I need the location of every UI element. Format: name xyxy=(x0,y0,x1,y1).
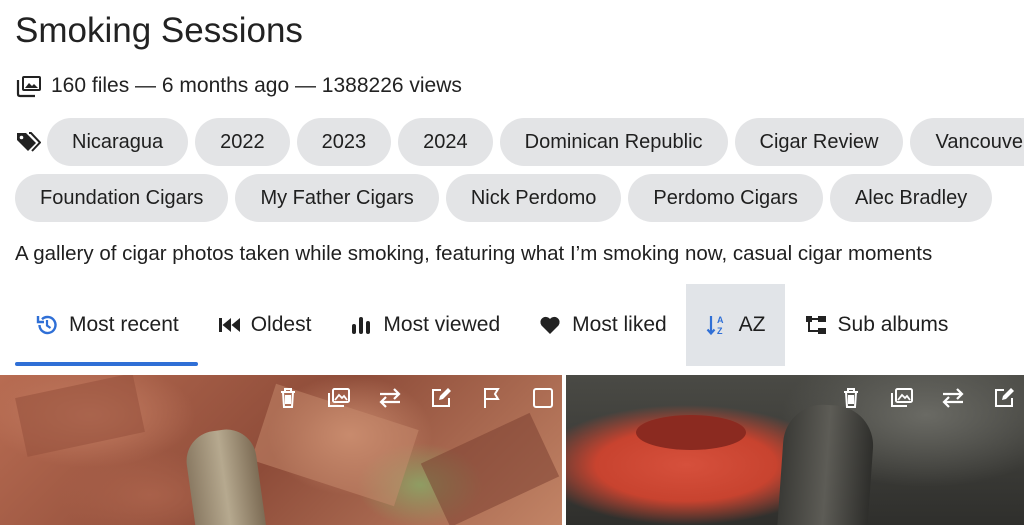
tag-2022[interactable]: 2022 xyxy=(195,118,290,166)
tab-most-liked[interactable]: Most liked xyxy=(519,284,686,366)
tree-icon xyxy=(804,313,828,337)
delete-icon[interactable] xyxy=(838,385,864,411)
tab-most-viewed-label: Most viewed xyxy=(383,313,501,336)
set-cover-icon[interactable] xyxy=(889,385,915,411)
fast-rewind-icon xyxy=(217,313,241,337)
tab-sub-albums[interactable]: Sub albums xyxy=(785,284,968,366)
tag-2024[interactable]: 2024 xyxy=(398,118,493,166)
move-icon[interactable] xyxy=(940,385,966,411)
album-title: Smoking Sessions xyxy=(15,11,303,50)
flag-icon[interactable] xyxy=(479,385,505,411)
history-icon xyxy=(35,313,59,337)
photo-library-icon xyxy=(15,74,43,98)
tag-2023[interactable]: 2023 xyxy=(296,118,392,166)
tag-vancouver[interactable]: Vancouver xyxy=(910,118,1024,166)
album-description: A gallery of cigar photos taken while sm… xyxy=(15,242,933,265)
bar-chart-icon xyxy=(349,313,373,337)
delete-icon[interactable] xyxy=(275,385,301,411)
edit-icon[interactable] xyxy=(991,385,1017,411)
tag-nick-perdomo[interactable]: Nick Perdomo xyxy=(445,174,622,222)
select-checkbox[interactable] xyxy=(530,385,556,411)
tab-az[interactable]: A Z AZ xyxy=(685,284,785,366)
sort-az-icon: A Z xyxy=(705,313,729,337)
heart-icon xyxy=(538,313,562,337)
cigar-image xyxy=(182,425,268,525)
tab-sub-albums-label: Sub albums xyxy=(837,313,949,336)
sort-tabs: Most recent Oldest Most viewed Most like… xyxy=(15,284,967,366)
tab-most-recent[interactable]: Most recent xyxy=(15,284,198,366)
tab-az-label: AZ xyxy=(738,313,766,336)
photo-thumbnail[interactable] xyxy=(566,375,1024,525)
tag-dominican-republic[interactable]: Dominican Republic xyxy=(499,118,728,166)
tab-oldest[interactable]: Oldest xyxy=(198,284,331,366)
cigar-image xyxy=(776,402,876,525)
svg-text:A: A xyxy=(717,315,724,325)
photo-grid xyxy=(0,375,1024,525)
album-meta-text: 160 files — 6 months ago — 1388226 views xyxy=(51,74,462,97)
photo-thumbnail[interactable] xyxy=(0,375,562,525)
tab-most-viewed[interactable]: Most viewed xyxy=(330,284,519,366)
set-cover-icon[interactable] xyxy=(326,385,352,411)
tag-nicaragua[interactable]: Nicaragua xyxy=(47,118,189,166)
move-icon[interactable] xyxy=(377,385,403,411)
tags-icon xyxy=(15,130,42,154)
tab-oldest-label: Oldest xyxy=(250,313,312,336)
photo-actions xyxy=(838,385,1017,411)
tag-my-father-cigars[interactable]: My Father Cigars xyxy=(235,174,439,222)
album-meta: 160 files — 6 months ago — 1388226 views xyxy=(15,72,462,100)
tag-perdomo-cigars[interactable]: Perdomo Cigars xyxy=(628,174,823,222)
tab-most-liked-label: Most liked xyxy=(572,313,667,336)
svg-text:Z: Z xyxy=(717,326,723,336)
tag-row-1: Nicaragua 2022 2023 2024 Dominican Repub… xyxy=(15,118,1024,166)
tab-most-recent-label: Most recent xyxy=(69,313,179,336)
edit-icon[interactable] xyxy=(428,385,454,411)
photo-actions xyxy=(275,385,562,411)
tag-row-2: Foundation Cigars My Father Cigars Nick … xyxy=(15,174,999,222)
tag-foundation-cigars[interactable]: Foundation Cigars xyxy=(15,174,229,222)
tag-cigar-review[interactable]: Cigar Review xyxy=(734,118,904,166)
tag-alec-bradley[interactable]: Alec Bradley xyxy=(829,174,993,222)
